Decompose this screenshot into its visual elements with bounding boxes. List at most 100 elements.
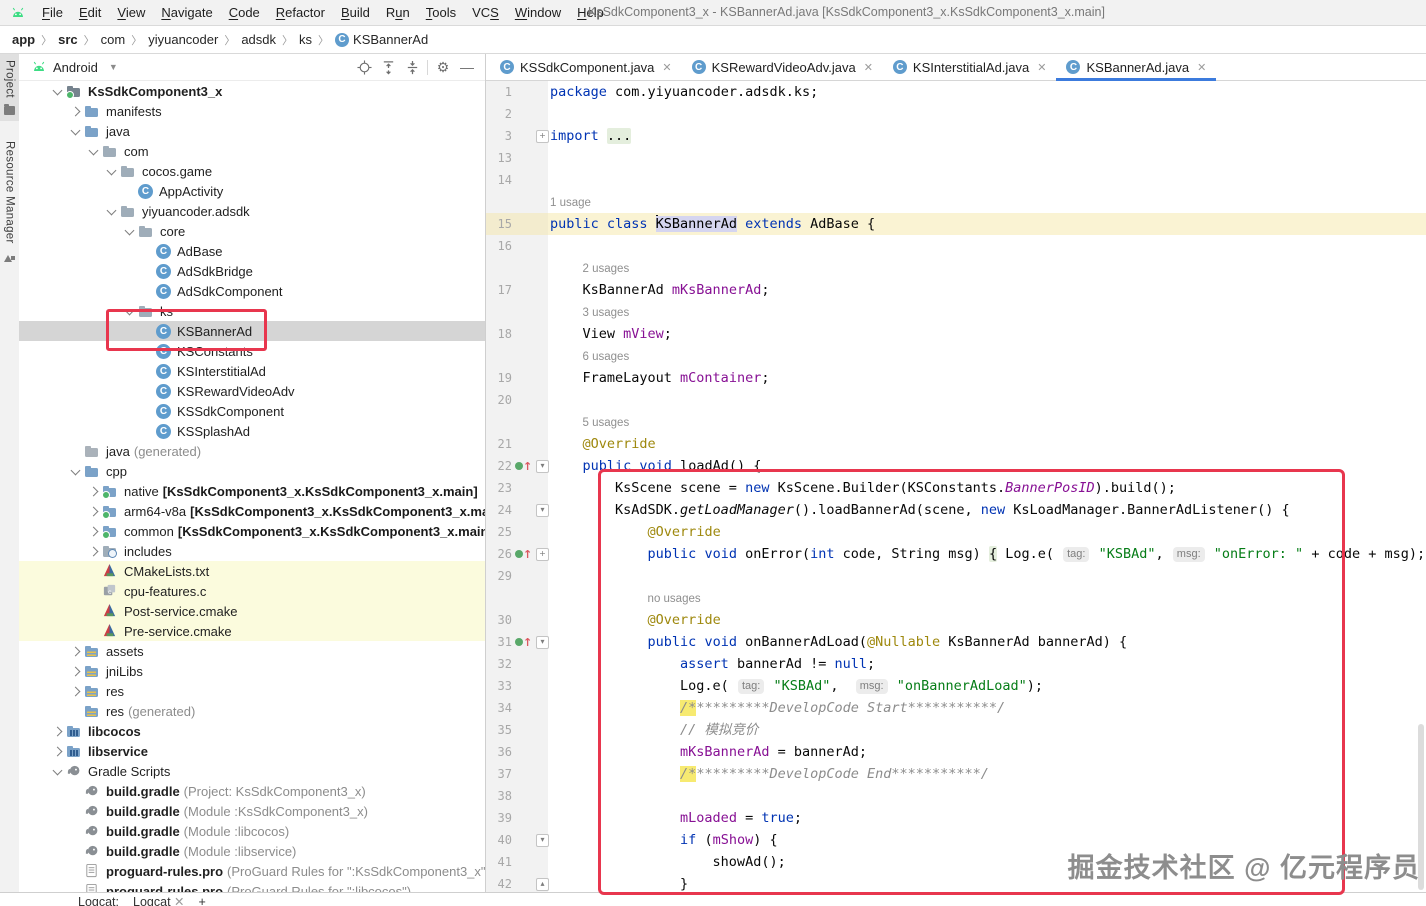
settings-gear-icon[interactable]: ⚙ [431, 57, 455, 77]
breadcrumb-com[interactable]: com [99, 32, 128, 47]
project-tool-button[interactable]: Project [0, 54, 19, 121]
chevron-right-icon[interactable] [49, 723, 66, 739]
resource-manager-tool-button[interactable]: Resource Manager [0, 135, 19, 269]
tree-item-ksinterstitialad[interactable]: C KSInterstitialAd [19, 361, 485, 381]
close-icon[interactable]: ✕ [864, 61, 873, 74]
tree-item-cpu-features-c[interactable]: c cpu-features.c [19, 581, 485, 601]
hide-panel-button[interactable]: — [455, 57, 479, 77]
usage-inlay[interactable]: 1 usage [550, 197, 591, 209]
tree-item-gradle-scripts[interactable]: Gradle Scripts [19, 761, 485, 781]
tree-item-core[interactable]: core [19, 221, 485, 241]
usage-inlay[interactable]: no usages [648, 593, 701, 605]
tree-item-cpp[interactable]: cpp [19, 461, 485, 481]
tree-item-yiyuancoder-adsdk[interactable]: yiyuancoder.adsdk [19, 201, 485, 221]
tree-item-adsdkcomponent[interactable]: C AdSdkComponent [19, 281, 485, 301]
menu-file[interactable]: File [34, 5, 71, 20]
override-marker-icon[interactable]: ↑ [512, 543, 534, 565]
chevron-right-icon[interactable] [49, 743, 66, 759]
code-editor[interactable]: 1 package com.yiyuancoder.adsdk.ks; 2 3 + imp… [486, 81, 1426, 893]
tree-item-ksbannerad[interactable]: C KSBannerAd [19, 321, 485, 341]
menu-edit[interactable]: Edit [71, 5, 109, 20]
chevron-right-icon[interactable] [67, 663, 84, 679]
usage-inlay[interactable]: 2 usages [583, 263, 630, 275]
chevron-down-icon[interactable] [49, 83, 66, 99]
menu-tools[interactable]: Tools [418, 5, 464, 20]
tree-item-manifests[interactable]: manifests [19, 101, 485, 121]
tree-item-kssdkcomponent[interactable]: C KSSdkComponent [19, 401, 485, 421]
usage-inlay[interactable]: 3 usages [583, 307, 630, 319]
logcat-tab[interactable]: Logcat ✕ [133, 893, 185, 906]
close-icon[interactable]: ✕ [1037, 61, 1046, 74]
breadcrumb-app[interactable]: app [10, 32, 37, 47]
chevron-down-icon[interactable] [67, 463, 84, 479]
chevron-down-icon[interactable] [103, 163, 120, 179]
tree-item-pre-service-cmake[interactable]: Pre-service.cmake [19, 621, 485, 641]
menu-run[interactable]: Run [378, 5, 418, 20]
breadcrumb-ks[interactable]: ks [297, 32, 314, 47]
tree-item-adbase[interactable]: C AdBase [19, 241, 485, 261]
usage-inlay[interactable]: 6 usages [583, 351, 630, 363]
chevron-down-icon[interactable] [85, 143, 102, 159]
menu-code[interactable]: Code [221, 5, 268, 20]
close-icon[interactable]: ✕ [174, 895, 184, 906]
tab-ksbannerad-java[interactable]: C KSBannerAd.java ✕ [1056, 54, 1217, 81]
tree-item-common[interactable]: common [KsSdkComponent3_x.KsSdkComponent… [19, 521, 485, 541]
breadcrumb-yiyuancoder[interactable]: yiyuancoder [146, 32, 220, 47]
chevron-down-icon[interactable] [49, 763, 66, 779]
tree-item-includes[interactable]: includes [19, 541, 485, 561]
chevron-down-icon[interactable] [121, 303, 138, 319]
chevron-right-icon[interactable] [67, 103, 84, 119]
breadcrumb-src[interactable]: src [56, 32, 80, 47]
tree-item-cmakelists-txt[interactable]: CMakeLists.txt [19, 561, 485, 581]
chevron-down-icon[interactable] [121, 223, 138, 239]
tree-item-java[interactable]: java [19, 121, 485, 141]
tab-ksrewardvideoadv-java[interactable]: C KSRewardVideoAdv.java ✕ [682, 54, 883, 80]
tree-item-ksconstants[interactable]: C KSConstants [19, 341, 485, 361]
collapse-all-button[interactable] [400, 57, 424, 77]
tree-item-res-generated[interactable]: res (generated) [19, 701, 485, 721]
chevron-right-icon[interactable] [67, 683, 84, 699]
tree-item-post-service-cmake[interactable]: Post-service.cmake [19, 601, 485, 621]
usage-inlay[interactable]: 5 usages [583, 417, 630, 429]
menu-vcs[interactable]: VCS [464, 5, 507, 20]
menu-refactor[interactable]: Refactor [268, 5, 333, 20]
view-selector[interactable]: Android ▼ [31, 60, 118, 75]
menu-build[interactable]: Build [333, 5, 378, 20]
tree-item-kssplashad[interactable]: C KSSplashAd [19, 421, 485, 441]
tab-ksinterstitialad-java[interactable]: C KSInterstitialAd.java ✕ [883, 54, 1057, 80]
chevron-right-icon[interactable] [85, 543, 102, 559]
tree-item-assets[interactable]: assets [19, 641, 485, 661]
breadcrumb-adsdk[interactable]: adsdk [239, 32, 278, 47]
tree-item-arm64-v8a[interactable]: arm64-v8a [KsSdkComponent3_x.KsSdkCompon… [19, 501, 485, 521]
tree-item-kssdkcomponent3-x[interactable]: KsSdkComponent3_x [19, 81, 485, 101]
chevron-down-icon[interactable] [103, 203, 120, 219]
tree-item-java-generated[interactable]: java (generated) [19, 441, 485, 461]
locate-file-button[interactable] [352, 57, 376, 77]
tree-item-build-gradle-module-libservice[interactable]: build.gradle (Module :libservice) [19, 841, 485, 861]
tree-item-build-gradle-module-kssdkcomponent3-x[interactable]: build.gradle (Module :KsSdkComponent3_x) [19, 801, 485, 821]
close-icon[interactable]: ✕ [662, 61, 671, 74]
menu-view[interactable]: View [109, 5, 153, 20]
tree-item-libservice[interactable]: libservice [19, 741, 485, 761]
chevron-right-icon[interactable] [85, 503, 102, 519]
tree-item-build-gradle-project-kssdkcomponent3-x[interactable]: build.gradle (Project: KsSdkComponent3_x… [19, 781, 485, 801]
breadcrumb-ksbannerad[interactable]: C KSBannerAd [333, 32, 430, 47]
override-marker-icon[interactable]: ↑ [512, 631, 534, 653]
add-tab-button[interactable]: + [199, 893, 206, 906]
tree-item-libcocos[interactable]: libcocos [19, 721, 485, 741]
menu-navigate[interactable]: Navigate [153, 5, 220, 20]
tab-kssdkcomponent-java[interactable]: C KSSdkComponent.java ✕ [490, 54, 682, 80]
tree-item-com[interactable]: com [19, 141, 485, 161]
tree-item-native[interactable]: native [KsSdkComponent3_x.KsSdkComponent… [19, 481, 485, 501]
close-icon[interactable]: ✕ [1197, 61, 1206, 74]
menu-window[interactable]: Window [507, 5, 569, 20]
tree-item-ksrewardvideoadv[interactable]: C KSRewardVideoAdv [19, 381, 485, 401]
chevron-right-icon[interactable] [67, 643, 84, 659]
expand-all-button[interactable] [376, 57, 400, 77]
override-marker-icon[interactable]: ↑ [512, 455, 534, 477]
chevron-right-icon[interactable] [85, 523, 102, 539]
tree-item-cocos-game[interactable]: cocos.game [19, 161, 485, 181]
tree-item-adsdkbridge[interactable]: C AdSdkBridge [19, 261, 485, 281]
tree-item-res[interactable]: res [19, 681, 485, 701]
tree-item-appactivity[interactable]: C AppActivity [19, 181, 485, 201]
